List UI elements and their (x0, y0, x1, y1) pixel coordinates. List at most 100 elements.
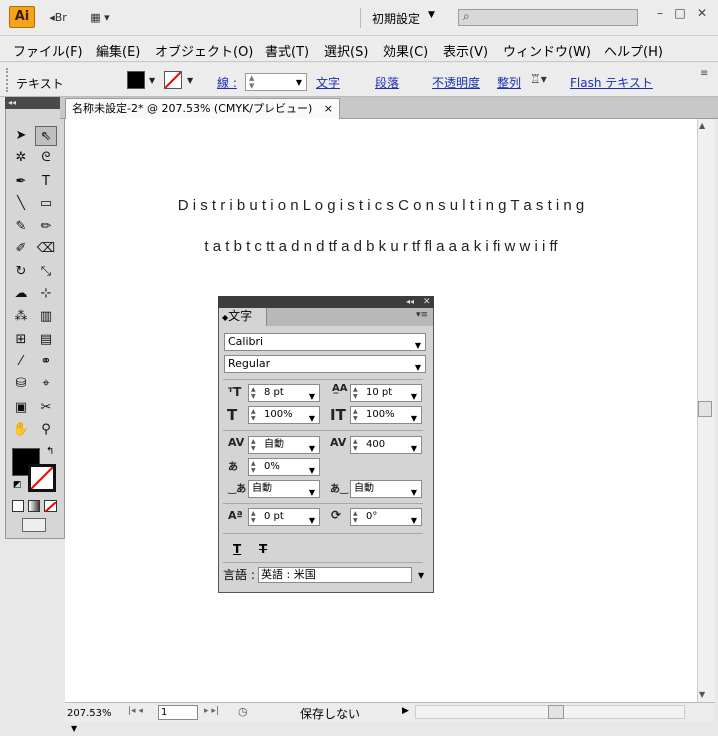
magic-wand-tool-icon[interactable]: ✲ (10, 148, 32, 168)
gradient-tool-icon[interactable]: ▤ (35, 330, 57, 350)
warp-tool-icon[interactable]: ☁ (10, 284, 32, 304)
status-options-icon[interactable]: ◷ (238, 705, 248, 718)
lasso-tool-icon[interactable]: ᘓ (35, 148, 57, 168)
pencil-tool-icon[interactable]: ✏ (35, 217, 57, 237)
baseline-shift-field[interactable]: ▲ ▼ 0 pt ▼ (248, 508, 320, 526)
menu-item-4[interactable]: 選択(S) (324, 41, 368, 60)
canvas-text-line-1[interactable]: D i s t r i b u t i o n L o g i s t i c … (65, 197, 697, 214)
character-link[interactable]: 文字 (316, 74, 340, 91)
stepper-icon[interactable]: ▲ ▼ (251, 510, 256, 524)
close-icon[interactable]: ✕ (423, 297, 431, 307)
stepper-icon[interactable]: ▲ ▼ (251, 408, 256, 422)
search-input[interactable] (458, 9, 638, 26)
chevron-down-icon[interactable]: ▼ (411, 441, 417, 457)
canvas-text-line-2[interactable]: t a t b t c tt a d n d tf a d b k u r tf… (65, 238, 697, 255)
menu-item-7[interactable]: ウィンドウ(W) (503, 41, 591, 60)
paintbrush-tool-icon[interactable]: ✎ (10, 217, 32, 237)
opacity-link[interactable]: 不透明度 (432, 74, 480, 91)
chevron-down-icon[interactable]: ▼ (411, 389, 417, 405)
chevron-down-icon[interactable]: ▼ (309, 441, 315, 457)
stepper-icon[interactable]: ▲ ▼ (353, 408, 358, 422)
stepper-icon[interactable]: ▲ ▼ (251, 460, 256, 474)
menu-item-8[interactable]: ヘルプ(H) (604, 41, 663, 60)
selection-tool-icon[interactable]: ➤ (10, 126, 32, 146)
bridge-button[interactable]: ◂Br (45, 8, 71, 26)
blob-brush-tool-icon[interactable]: ✐ (10, 239, 32, 259)
paragraph-link[interactable]: 段落 (375, 74, 399, 91)
eyedropper-tool-icon[interactable]: ⁄ (10, 352, 32, 372)
stroke-swatch[interactable] (28, 464, 56, 492)
collapse-icon[interactable]: ◂◂ (406, 297, 414, 306)
direct-selection-tool-icon[interactable]: ⇖ (35, 126, 57, 146)
chevron-down-icon[interactable]: ▼ (309, 513, 315, 529)
horizontal-scale-field[interactable]: ▲ ▼ 100% ▼ (350, 406, 422, 424)
minimize-button[interactable]: – (650, 6, 670, 22)
font-family-select[interactable]: Calibri ▼ (224, 333, 426, 351)
arrange-documents-button[interactable]: ▦ ▾ (84, 8, 116, 26)
rotate-tool-icon[interactable]: ↻ (10, 262, 32, 282)
font-style-select[interactable]: Regular ▼ (224, 355, 426, 373)
slice-tool-icon[interactable]: ✂ (35, 398, 57, 418)
screen-mode-button[interactable] (22, 518, 46, 532)
stepper-icon[interactable]: ▲ ▼ (353, 438, 358, 452)
menu-item-3[interactable]: 書式(T) (265, 41, 309, 60)
free-transform-tool-icon[interactable]: ⊹ (35, 284, 57, 304)
panel-menu-icon[interactable]: ▾≡ (416, 310, 428, 320)
next-page-icon[interactable]: ▸ ▸| (204, 706, 219, 716)
chevron-down-icon[interactable]: ▼ (411, 485, 417, 501)
document-tab[interactable]: 名称未設定-2* @ 207.53% (CMYK/プレビュー) × (65, 98, 341, 119)
tracking-field[interactable]: ▲ ▼ 400 ▼ (350, 436, 422, 454)
artboard-number-field[interactable]: 1 (158, 705, 198, 720)
tab-character[interactable]: ◆文字 (219, 308, 267, 326)
chevron-down-icon[interactable]: ▼ (411, 411, 417, 427)
tsume-field[interactable]: ▲ ▼ 0% ▼ (248, 458, 320, 476)
scale-tool-icon[interactable]: ⤡ (35, 262, 57, 282)
workspace-switcher[interactable]: 初期設定 (372, 10, 420, 27)
character-panel-header[interactable] (218, 296, 434, 308)
chevron-down-icon[interactable]: ▼ (418, 571, 424, 580)
chevron-down-icon[interactable]: ▼ (309, 389, 315, 405)
stroke-label[interactable]: 線 : (217, 74, 237, 91)
menu-item-1[interactable]: 編集(E) (96, 41, 140, 60)
underline-button[interactable]: T (233, 542, 241, 556)
kerning-field[interactable]: ▲ ▼ 自動 ▼ (248, 436, 320, 454)
menu-item-6[interactable]: 表示(V) (443, 41, 488, 60)
horizontal-scroll-thumb[interactable] (548, 705, 564, 719)
stroke-weight-field[interactable]: ▲ ▼ ▼ (245, 73, 307, 91)
chevron-down-icon[interactable]: ▼ (309, 485, 315, 501)
close-window-button[interactable]: ✕ (692, 6, 712, 22)
fill-color-swatch[interactable] (127, 71, 145, 89)
symbol-sprayer-tool-icon[interactable]: ⁂ (10, 307, 32, 327)
chevron-down-icon[interactable]: ▼ (309, 411, 315, 427)
line-tool-icon[interactable]: ╲ (10, 194, 32, 214)
live-paint-bucket-tool-icon[interactable]: ⛁ (10, 374, 32, 394)
gradient-mode-button[interactable] (28, 500, 40, 512)
flash-text-link[interactable]: Flash テキスト (570, 74, 653, 91)
artboard-tool-icon[interactable]: ▣ (10, 398, 32, 418)
language-select[interactable]: 英語 : 米国 (258, 567, 412, 583)
align-link[interactable]: 整列 (497, 74, 521, 91)
font-size-field[interactable]: ▲ ▼ 8 pt ▼ (248, 384, 320, 402)
menu-item-0[interactable]: ファイル(F) (13, 41, 83, 60)
swap-colors-icon[interactable]: ↰ (46, 446, 54, 457)
control-bar-gripper[interactable] (6, 68, 9, 92)
leading-field[interactable]: ▲ ▼ 10 pt ▼ (350, 384, 422, 402)
scroll-up-icon[interactable]: ▲ (699, 121, 705, 130)
chevron-down-icon[interactable]: ▼ (415, 338, 421, 354)
zoom-tool-icon[interactable]: ⚲ (35, 420, 57, 440)
stroke-color-swatch[interactable] (164, 71, 182, 89)
menu-item-2[interactable]: オブジェクト(O) (155, 41, 253, 60)
chevron-down-icon[interactable]: ▼ (411, 513, 417, 529)
chevron-down-icon[interactable]: ▼ (415, 360, 421, 376)
rectangle-tool-icon[interactable]: ▭ (35, 194, 57, 214)
eraser-tool-icon[interactable]: ⌫ (35, 239, 57, 259)
status-menu-arrow-icon[interactable]: ▶ (402, 706, 409, 716)
pen-tool-icon[interactable]: ✒ (10, 172, 32, 192)
rotation-field[interactable]: ▲ ▼ 0° ▼ (350, 508, 422, 526)
close-tab-icon[interactable]: × (324, 102, 333, 115)
chevron-down-icon[interactable]: ▼ (296, 78, 302, 87)
control-bar-menu-icon[interactable]: ≡ (700, 68, 708, 79)
tools-panel-header[interactable]: ◂◂ (5, 97, 65, 109)
live-paint-selection-tool-icon[interactable]: ⌖ (35, 374, 57, 394)
first-page-icon[interactable]: |◂ ◂ (128, 706, 143, 716)
